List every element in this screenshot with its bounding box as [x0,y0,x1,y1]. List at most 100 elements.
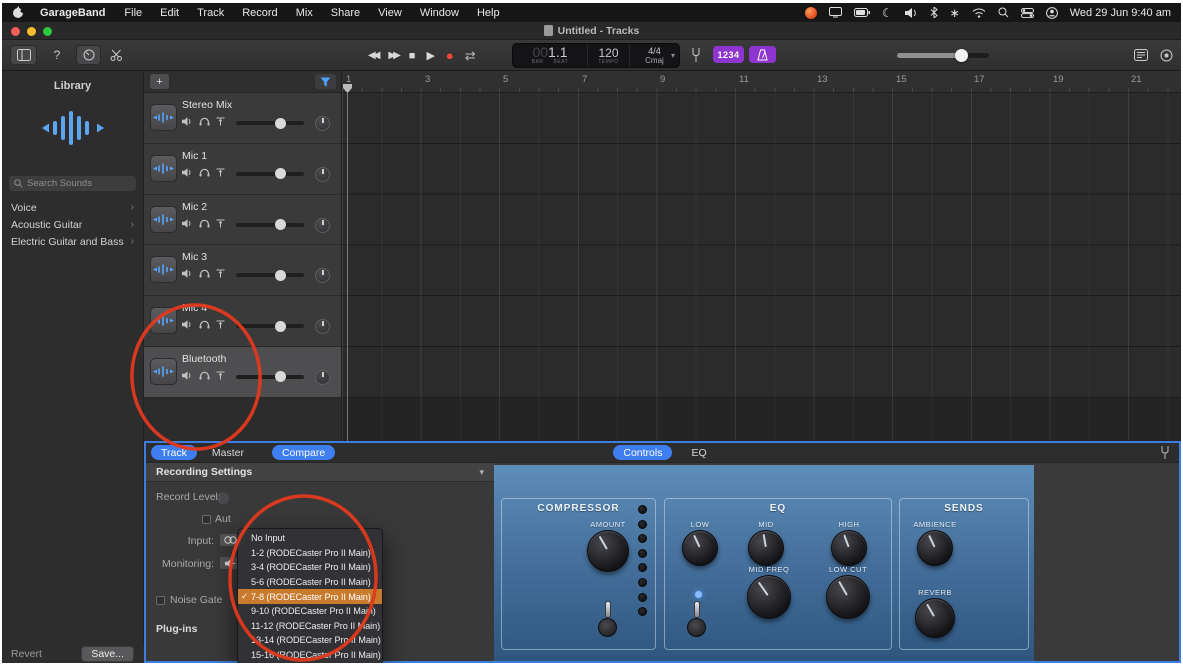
apple-menu[interactable] [12,6,24,19]
library-toggle-button[interactable] [10,45,37,65]
recording-app-icon[interactable] [804,6,817,19]
app-menu-garageband[interactable]: GarageBand [30,7,115,19]
solo-button[interactable] [199,316,210,334]
tab-controls[interactable]: Controls [613,445,673,460]
compare-button[interactable]: Compare [271,445,336,460]
pan-knob[interactable] [315,116,330,131]
battery-icon[interactable] [853,8,870,17]
menu-item-7-8-selected[interactable]: ✓ 7-8 (RODECaster Pro II Main) [238,589,382,604]
pan-knob[interactable] [315,268,330,284]
noise-gate-checkbox[interactable] [156,596,165,605]
track-name[interactable]: Mic 1 [182,150,207,162]
input-monitor-button[interactable] [216,215,225,233]
track-name[interactable]: Mic 4 [182,302,207,314]
count-in-button[interactable]: 1234 [713,46,744,63]
master-volume-slider[interactable] [897,49,989,62]
pan-knob[interactable] [315,369,330,385]
track-row-bluetooth[interactable]: Bluetooth [144,346,341,398]
quick-help-button[interactable]: ? [47,45,67,65]
chevron-down-icon[interactable]: ▾ [671,51,675,60]
media-browser-button[interactable] [1158,46,1174,64]
solo-button[interactable] [199,215,210,233]
metronome-button[interactable] [749,46,776,63]
solo-button[interactable] [199,164,210,182]
tuner-button[interactable] [689,46,703,64]
mute-button[interactable] [182,164,193,182]
track-volume-slider[interactable] [236,371,304,383]
display-mirroring-icon[interactable] [828,7,842,18]
track-volume-slider[interactable] [236,117,304,129]
mute-button[interactable] [182,113,193,131]
menu-mix[interactable]: Mix [287,7,322,19]
stop-button[interactable]: ■ [409,50,416,62]
user-account-icon[interactable] [1045,6,1058,19]
mute-button[interactable] [182,316,193,334]
mute-button[interactable] [182,265,193,283]
menu-item-3-4[interactable]: 3-4 (RODECaster Pro II Main) [238,560,382,575]
library-item-acoustic-guitar[interactable]: Acoustic Guitar › [2,216,143,233]
track-row-stereo-mix[interactable]: Stereo Mix [144,93,341,144]
menu-bar-clock[interactable]: Wed 29 Jun 9:40 am [1070,7,1171,19]
menu-item-15-16[interactable]: 15-16 (RODECaster Pro II Main) [238,648,382,663]
smart-controls-button[interactable] [76,45,101,65]
menu-item-11-12[interactable]: 11-12 (RODECaster Pro II Main) [238,619,382,634]
timeline-area[interactable]: 1 3 5 7 9 11 13 15 17 19 21 [342,71,1181,441]
menu-window[interactable]: Window [411,7,468,19]
menu-item-13-14[interactable]: 13-14 (RODECaster Pro II Main) [238,633,382,648]
menu-item-1-2[interactable]: 1-2 (RODECaster Pro II Main) [238,546,382,561]
solo-button[interactable] [199,265,210,283]
tab-master[interactable]: Master [202,445,254,460]
wifi-icon[interactable] [972,8,986,18]
tuning-fork-icon[interactable] [1160,445,1170,465]
menu-file[interactable]: File [115,7,151,19]
solo-button[interactable] [199,113,210,131]
loop-browser-button[interactable] [1133,47,1149,63]
track-volume-slider[interactable] [236,269,304,281]
track-volume-slider[interactable] [236,168,304,180]
play-button[interactable]: ▶ [426,49,434,62]
control-center-icon[interactable] [1020,7,1034,18]
volume-thumb[interactable] [275,168,286,180]
eq-low-cut-knob[interactable] [826,575,870,619]
keyboard-brightness-icon[interactable]: ∗ [950,6,960,20]
record-level-knob[interactable] [217,492,229,504]
forward-button[interactable]: ▶▶ [388,50,401,61]
track-row-mic-3[interactable]: Mic 3 [144,245,341,297]
timeline-grid[interactable] [342,93,1181,441]
track-volume-slider[interactable] [236,320,304,332]
track-row-mic-4[interactable]: Mic 4 [144,296,341,347]
zoom-window-button[interactable] [43,27,52,36]
compressor-switch[interactable] [597,601,619,637]
timeline-ruler[interactable]: 1 3 5 7 9 11 13 15 17 19 21 [342,71,1181,93]
volume-thumb[interactable] [275,117,286,129]
rewind-button[interactable]: ◀◀ [368,50,381,61]
volume-thumb[interactable] [275,269,286,281]
menu-help[interactable]: Help [468,7,509,19]
lcd-key-signature[interactable]: 4/4 Cmaj ▾ [629,44,679,67]
save-button[interactable]: Save... [81,646,134,662]
menu-record[interactable]: Record [233,7,286,19]
tab-eq[interactable]: EQ [681,445,716,460]
track-name[interactable]: Mic 3 [182,251,207,263]
reverb-knob[interactable] [915,598,955,638]
pan-knob[interactable] [315,166,330,182]
lcd-tempo[interactable]: 120 TEMPO [587,44,629,67]
menu-share[interactable]: Share [322,7,369,19]
volume-thumb[interactable] [275,219,286,231]
eq-high-knob[interactable] [831,530,867,566]
editors-button[interactable] [106,45,126,65]
track-name[interactable]: Stereo Mix [182,99,232,111]
master-volume-thumb[interactable] [955,49,968,62]
record-button[interactable]: ● [446,48,454,63]
eq-low-knob[interactable] [682,530,718,566]
track-volume-slider[interactable] [236,219,304,231]
close-window-button[interactable] [11,27,20,36]
moon-icon[interactable]: ☾ [882,6,893,20]
ambience-knob[interactable] [917,530,953,566]
eq-mid-freq-knob[interactable] [747,575,791,619]
volume-icon[interactable] [904,7,918,18]
mute-button[interactable] [182,367,193,385]
library-item-voice[interactable]: Voice › [2,199,143,216]
volume-thumb[interactable] [275,320,286,332]
track-name[interactable]: Bluetooth [182,353,226,365]
